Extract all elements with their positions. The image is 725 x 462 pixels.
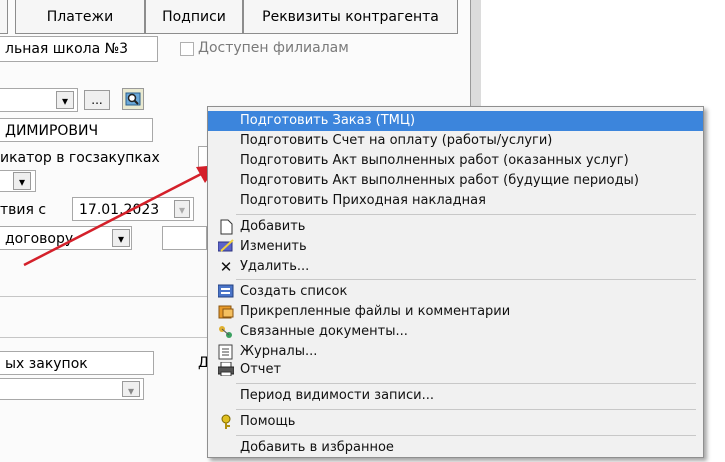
menu-item-create-list[interactable]: Создать список <box>208 282 703 302</box>
related-documents-icon <box>218 324 234 340</box>
menu-item-prepare-order[interactable]: Подготовить Заказ (ТМЦ) <box>208 111 703 131</box>
menu-item-add-favorites[interactable]: Добавить в избранное <box>208 438 703 458</box>
create-list-icon <box>217 284 234 300</box>
menu-item-add[interactable]: Добавить <box>208 217 703 237</box>
printer-icon <box>217 361 235 378</box>
menu-item-report[interactable]: Отчет <box>208 360 703 380</box>
attachments-icon <box>218 304 234 320</box>
menu-separator <box>236 383 696 384</box>
menu-item-edit[interactable]: Изменить <box>208 237 703 257</box>
menu-item-related-documents[interactable]: Связанные документы... <box>208 322 703 342</box>
menu-item-prepare-act-future[interactable]: Подготовить Акт выполненных работ (будущ… <box>208 171 703 191</box>
edit-icon <box>217 239 234 255</box>
menu-separator <box>236 279 696 280</box>
context-menu: Подготовить Заказ (ТМЦ) Подготовить Счет… <box>207 106 704 458</box>
menu-separator <box>236 435 696 436</box>
menu-item-journals[interactable]: Журналы... <box>208 342 703 362</box>
menu-item-delete[interactable]: ✕ Удалить... <box>208 257 703 277</box>
menu-item-visibility-period[interactable]: Период видимости записи... <box>208 386 703 406</box>
new-document-icon <box>218 219 234 235</box>
journals-icon <box>218 344 234 360</box>
menu-item-help[interactable]: Помощь <box>208 412 703 432</box>
menu-item-attachments[interactable]: Прикрепленные файлы и комментарии <box>208 302 703 322</box>
delete-cross-icon: ✕ <box>219 258 233 276</box>
menu-item-prepare-receipt[interactable]: Подготовить Приходная накладная <box>208 191 703 211</box>
menu-separator <box>236 214 696 215</box>
menu-separator <box>236 409 696 410</box>
help-key-icon <box>218 414 234 430</box>
menu-item-prepare-act[interactable]: Подготовить Акт выполненных работ (оказа… <box>208 151 703 171</box>
menu-item-prepare-invoice[interactable]: Подготовить Счет на оплату (работы/услуг… <box>208 131 703 151</box>
